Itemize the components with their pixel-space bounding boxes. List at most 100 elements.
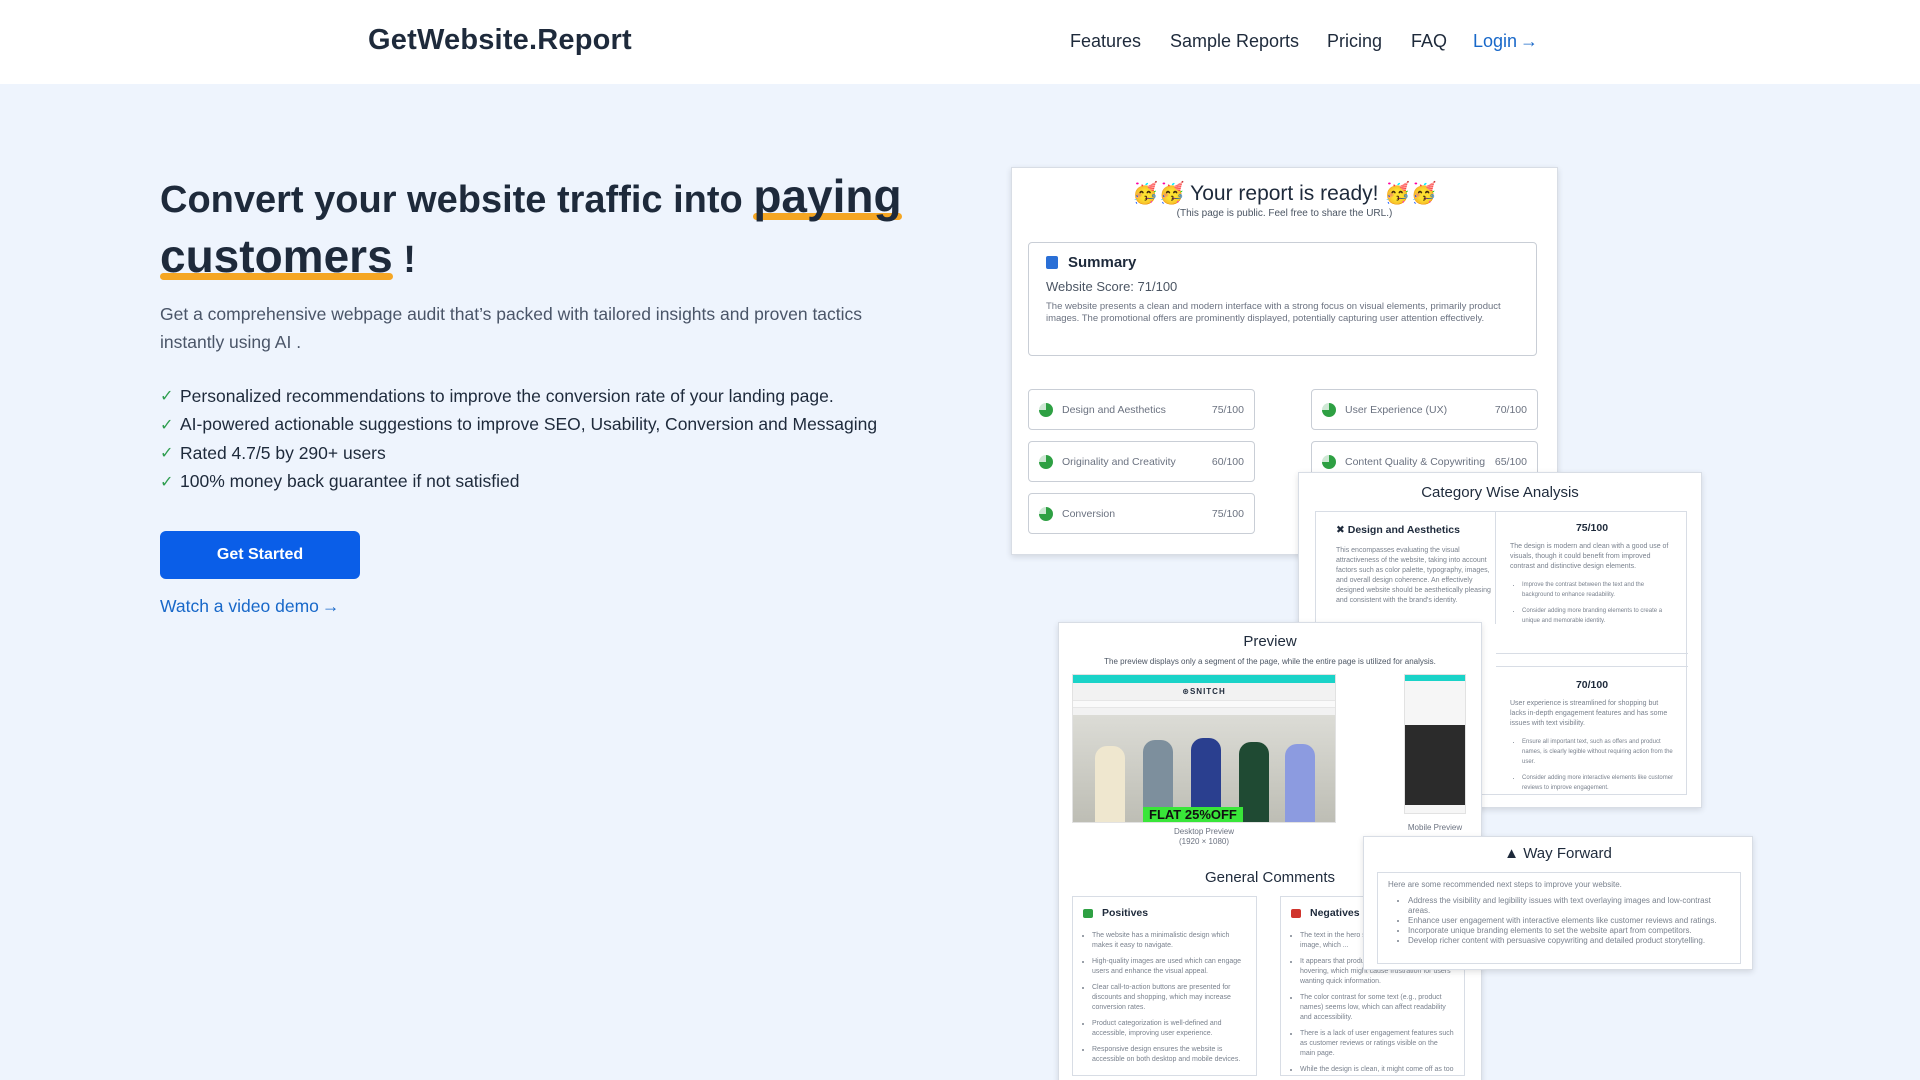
positives-heading-text: Positives: [1102, 907, 1149, 919]
feature-text: 100% money back guarantee if not satisfi…: [180, 471, 520, 492]
summary-heading-text: Summary: [1068, 254, 1137, 271]
way-forward-card: ▲ Way Forward Here are some recommended …: [1363, 836, 1753, 970]
desktop-preview-caption: Desktop Preview (1920 × 1080): [1072, 827, 1336, 847]
thumbs-down-icon: [1291, 908, 1301, 918]
suggestion-item: Ensure all important text, such as offer…: [1522, 737, 1674, 767]
metric-value: 70/100: [1494, 403, 1527, 416]
category-heading-text: Design and Aesthetics: [1347, 524, 1460, 536]
metric-value: 75/100: [1211, 507, 1244, 520]
metric-design: Design and Aesthetics 75/100: [1028, 389, 1255, 430]
check-icon: ✓: [160, 473, 174, 491]
metric-ux: User Experience (UX) 70/100: [1311, 389, 1538, 430]
category-score: 70/100: [1575, 679, 1609, 691]
category-title: Category Wise Analysis: [1421, 484, 1579, 501]
site-topline: [1073, 675, 1335, 683]
site-promo-strip: [1073, 700, 1335, 708]
way-forward-item: Enhance user engagement with interactive…: [1408, 916, 1730, 926]
suggestion-list: Improve the contrast between the text an…: [1510, 580, 1674, 626]
suggestion-item: Improve the contrast between the text an…: [1522, 580, 1674, 600]
nav-faq[interactable]: FAQ: [1411, 31, 1447, 52]
negative-item: While the design is clean, it might come…: [1300, 1065, 1454, 1075]
metric-conversion: Conversion 75/100: [1028, 493, 1255, 534]
brand-logo[interactable]: GetWebsite.Report: [368, 24, 632, 57]
metric-value: 75/100: [1211, 403, 1244, 416]
way-forward-list: Address the visibility and legibility is…: [1388, 896, 1730, 946]
category-description: ✖ Design and Aesthetics This encompasses…: [1316, 512, 1496, 624]
model-figure: [1239, 742, 1269, 822]
arrow-right-icon: →: [1520, 31, 1539, 51]
category-score-panel: 70/100 User experience is streamlined fo…: [1496, 666, 1688, 796]
thumbs-up-icon: [1083, 908, 1093, 918]
metric-value: 65/100: [1494, 455, 1527, 468]
feature-item: ✓ 100% money back guarantee if not satisf…: [160, 468, 877, 497]
feature-item: ✓ AI-powered actionable suggestions to im…: [160, 411, 877, 440]
desktop-caption-label: Desktop Preview: [1173, 827, 1235, 836]
positive-item: Clear call-to-action buttons are present…: [1092, 983, 1246, 1013]
way-forward-box: Here are some recommended next steps to …: [1377, 872, 1741, 964]
way-forward-item: Develop richer content with persuasive c…: [1408, 936, 1730, 946]
hero-subtitle: Get a comprehensive webpage audit that’s…: [160, 304, 863, 352]
feature-text: Personalized recommendations to improve …: [180, 385, 834, 406]
positives-heading: Positives: [1083, 907, 1246, 919]
feature-item: ✓ Rated 4.7/5 by 290+ users: [160, 439, 877, 468]
preview-note: The preview displays only a segment of t…: [1104, 657, 1436, 666]
summary-text: The website presents a clean and modern …: [1046, 301, 1501, 324]
check-icon: ✓: [160, 416, 174, 434]
hero-title: Convert your website traffic into paying…: [160, 168, 920, 288]
website-score: Website Score: 71/100: [1046, 279, 1178, 294]
category-description-text: This encompasses evaluating the visual a…: [1336, 547, 1491, 604]
preview-title: Preview: [1243, 633, 1297, 650]
suggestion-list: Ensure all important text, such as offer…: [1510, 737, 1674, 793]
promo-banner: FLAT 25%OFF: [1143, 807, 1243, 822]
feature-list: ✓ Personalized recommendations to improve…: [160, 382, 877, 496]
metric-label: Content Quality & Copywriting: [1345, 455, 1486, 468]
way-forward-item: Incorporate unique branding elements to …: [1408, 926, 1730, 936]
nav-sample-reports[interactable]: Sample Reports: [1170, 31, 1299, 52]
score-pie-icon: [1322, 402, 1336, 417]
nav-pricing[interactable]: Pricing: [1327, 31, 1382, 52]
site-topline: [1405, 675, 1465, 681]
category-score-panel: 75/100 The design is modern and clean wi…: [1496, 512, 1688, 654]
category-heading: ✖ Design and Aesthetics: [1336, 524, 1495, 536]
suggestion-item: Consider adding more interactive element…: [1522, 773, 1674, 793]
check-icon: ✓: [160, 445, 174, 463]
positives-list: The website has a minimalistic design wh…: [1083, 931, 1246, 1065]
positive-item: Responsive design ensures the website is…: [1092, 1045, 1246, 1065]
category-score-text: The design is modern and clean with a go…: [1510, 543, 1669, 570]
hero-highlight-customers: customers: [160, 230, 393, 282]
summary-heading: Summary: [1046, 254, 1136, 271]
login-label: Login: [1473, 31, 1518, 51]
tools-icon: ✖: [1336, 524, 1345, 536]
site-hero-image: FLAT 25%OFF: [1073, 715, 1335, 822]
mobile-hero-image: [1405, 725, 1465, 805]
model-figure: [1285, 744, 1315, 822]
way-forward-title-text: Way Forward: [1523, 845, 1612, 862]
suggestion-item: Consider adding more branding elements t…: [1522, 606, 1674, 626]
rocket-icon: ▲: [1504, 845, 1520, 862]
nav-features[interactable]: Features: [1070, 31, 1141, 52]
metric-label: Conversion: [1062, 507, 1116, 520]
top-navbar: GetWebsite.Report Features Sample Report…: [0, 0, 1920, 84]
mobile-preview-caption: Mobile Preview: [1407, 823, 1463, 832]
summary-box: Summary Website Score: 71/100 The websit…: [1028, 242, 1537, 356]
get-started-button[interactable]: Get Started: [160, 531, 360, 579]
video-link-label: Watch a video demo: [160, 596, 319, 616]
feature-text: AI-powered actionable suggestions to imp…: [180, 414, 878, 435]
negatives-heading-text: Negatives: [1310, 907, 1360, 919]
positive-item: High-quality images are used which can e…: [1092, 957, 1246, 977]
watch-video-link[interactable]: Watch a video demo →: [160, 596, 339, 617]
nav-login[interactable]: Login →: [1473, 31, 1538, 52]
report-note: (This page is public. Feel free to share…: [1176, 208, 1393, 219]
category-score: 75/100: [1575, 522, 1609, 534]
arrow-right-icon: →: [321, 596, 340, 616]
metric-originality: Originality and Creativity 60/100: [1028, 441, 1255, 482]
metric-label: User Experience (UX): [1345, 403, 1448, 416]
hero-title-text: Convert your website traffic into: [160, 179, 743, 221]
positives-box: Positives The website has a minimalistic…: [1072, 896, 1257, 1076]
score-pie-icon: [1322, 454, 1336, 469]
desktop-preview-image: ⊛SNITCH FLAT 25%OFF: [1072, 674, 1336, 823]
document-icon: [1046, 256, 1058, 269]
mobile-preview-image: [1404, 674, 1466, 814]
positive-item: Product categorization is well-defined a…: [1092, 1019, 1246, 1039]
negative-item: The color contrast for some text (e.g., …: [1300, 993, 1454, 1023]
